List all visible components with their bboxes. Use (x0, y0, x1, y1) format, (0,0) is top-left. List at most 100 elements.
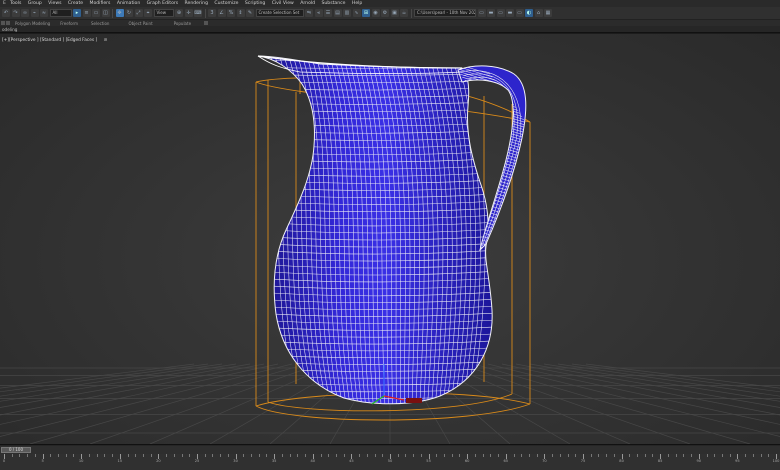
project-folder-icon[interactable]: ▬ (487, 9, 495, 17)
toggle-ribbon-icon[interactable]: ▥ (343, 9, 351, 17)
menu-item-civil-view[interactable]: Civil View (269, 0, 298, 7)
named-selection-set-dropdown[interactable]: Create Selection Set (255, 9, 304, 17)
rendered-frame-window-icon[interactable]: ▣ (390, 9, 399, 17)
ribbon-toggle-icon[interactable] (1, 21, 5, 25)
manipulate-icon[interactable]: ✛ (184, 9, 193, 17)
viewport-shading-label[interactable]: [Standard ] (40, 38, 64, 43)
menu-item-create[interactable]: Create (65, 0, 87, 7)
rectangular-selection-icon[interactable]: ▭ (92, 9, 100, 17)
layer-manager-icon[interactable]: ☰ (324, 9, 332, 17)
select-scale-icon[interactable]: ⤢ (134, 9, 143, 17)
schematic-view-icon[interactable]: ⊞ (362, 9, 370, 17)
ruler-tick (606, 454, 608, 457)
keyboard-shortcut-icon[interactable]: ⌨ (194, 9, 202, 17)
redo-icon[interactable]: ↷ (11, 9, 20, 17)
ruler-label: 5 (41, 459, 44, 463)
save-folder-icon[interactable]: ▭ (496, 9, 505, 17)
pivot-center-icon[interactable]: ⊕ (175, 9, 183, 17)
ribbon-tab-polygon-modeling[interactable]: Polygon Modeling (10, 21, 55, 26)
viewport-menu-button[interactable]: [+] (2, 38, 9, 43)
curve-editor-icon[interactable]: ∿ (352, 9, 361, 17)
auto-backup-icon[interactable]: ◐ (525, 9, 533, 17)
menu-item-tools[interactable]: Tools (7, 0, 25, 7)
ribbon-tab-freeform[interactable]: Freeform (55, 21, 83, 26)
browse-folder-icon[interactable]: ▬ (506, 9, 514, 17)
window-crossing-icon[interactable]: ◫ (101, 9, 110, 17)
ruler-tick (451, 454, 453, 457)
menu-item-help[interactable]: Help (349, 0, 366, 7)
edit-named-selection-icon[interactable]: ✎ (246, 9, 254, 17)
ruler-tick (266, 454, 268, 457)
ruler-tick (343, 454, 345, 457)
workspace-switcher-icon[interactable]: ⌂ (534, 9, 543, 17)
ruler-tick (474, 454, 476, 457)
ruler-label: 100 (772, 459, 780, 463)
unlink-icon[interactable]: ⌁ (30, 9, 39, 17)
menu-bar: E Tools Group Views Create Modifiers Animation… (0, 0, 780, 7)
angle-snap-icon[interactable]: ∠ (217, 9, 226, 17)
ruler-tick (721, 454, 723, 457)
menu-item-graph-editors[interactable]: Graph Editors (143, 0, 181, 7)
menu-item-scripting[interactable]: Scripting (242, 0, 269, 7)
select-rotate-icon[interactable]: ↻ (125, 9, 133, 17)
render-production-icon[interactable]: ☕ (400, 9, 408, 17)
ruler-tick (498, 454, 500, 457)
spinner-snap-icon[interactable]: ⇕ (236, 9, 245, 17)
select-move-icon[interactable]: ✥ (115, 9, 124, 17)
viewport-view-label[interactable]: [Perspective ] (9, 38, 39, 43)
link-icon[interactable]: ∞ (21, 9, 29, 17)
percent-snap-icon[interactable]: % (227, 9, 235, 17)
render-setup-icon[interactable]: ⚙ (381, 9, 389, 17)
viewport-fx-icon[interactable]: ⊘ (104, 38, 108, 43)
toolbar-divider (410, 8, 412, 18)
time-slider-track[interactable]: 0 / 100 (0, 446, 780, 454)
ribbon-tab-object-paint[interactable]: Object Paint (114, 21, 157, 26)
asset-folder-icon[interactable]: ▭ (515, 9, 524, 17)
menu-item-group[interactable]: Group (25, 0, 45, 7)
select-by-name-icon[interactable]: ≡ (82, 9, 91, 17)
ribbon-tab-populate[interactable]: Populate (158, 21, 196, 26)
bind-spacewarp-icon[interactable]: ≈ (40, 9, 48, 17)
material-editor-icon[interactable]: ◉ (371, 9, 380, 17)
viewport-label[interactable]: [+][Perspective ] [Standard ] [Edged Fac… (2, 38, 107, 43)
place-icon[interactable]: ⌖ (144, 9, 152, 17)
ruler-tick (289, 454, 291, 457)
ruler-label: 20 (156, 459, 161, 463)
align-icon[interactable]: ⫷ (314, 9, 323, 17)
ribbon-tab-selection[interactable]: Selection (83, 21, 114, 26)
menu-item-views[interactable]: Views (45, 0, 65, 7)
ribbon-options-icon[interactable] (204, 21, 209, 25)
ruler-tick (745, 454, 747, 457)
ruler-label: 60 (464, 459, 470, 463)
menu-item-rendering[interactable]: Rendering (181, 0, 211, 7)
select-object-icon[interactable]: ▸ (73, 9, 81, 17)
selection-filter-dropdown[interactable]: All (49, 9, 72, 17)
viewport-scene[interactable] (0, 34, 780, 444)
open-folder-icon[interactable]: ▭ (477, 9, 486, 17)
ruler-tick (629, 454, 631, 457)
workspace-settings-icon[interactable]: ▦ (544, 9, 552, 17)
ruler-tick (166, 454, 168, 457)
menu-item-customize[interactable]: Customize (211, 0, 242, 7)
ruler-label: 85 (657, 459, 663, 463)
viewport-style-label[interactable]: [Edged Faces ] (66, 38, 98, 43)
ruler-tick (88, 454, 90, 457)
toggle-scene-explorer-icon[interactable]: ▤ (333, 9, 342, 17)
ruler-tick (413, 454, 415, 457)
undo-icon[interactable]: ↶ (2, 9, 10, 17)
menu-item-arnold[interactable]: Arnold (297, 0, 318, 7)
menu-item-animation[interactable]: Animation (114, 0, 144, 7)
menu-item-substance[interactable]: Substance (318, 0, 348, 7)
ruler-tick (637, 454, 639, 457)
ruler-tick (220, 454, 222, 457)
workspace-project-dropdown[interactable]: C:\Users\pearl - 10th Nov 2022 (414, 9, 476, 17)
track-bar-ruler[interactable]: 0 5 10 15 20 25 30 35 40 45 50 55 60 65 70 75 80 85 90 95 10… (0, 454, 780, 470)
mirror-icon[interactable]: ⇋ (305, 9, 313, 17)
perspective-viewport[interactable]: [+][Perspective ] [Standard ] [Edged Fac… (0, 34, 780, 444)
pitcher-mesh[interactable] (240, 55, 540, 406)
snap-toggle-icon[interactable]: 3 (208, 9, 216, 17)
time-slider-handle[interactable]: 0 / 100 (1, 447, 31, 453)
ruler-tick (397, 454, 399, 457)
reference-coordinate-dropdown[interactable]: View (153, 9, 174, 17)
menu-item-modifiers[interactable]: Modifiers (86, 0, 113, 7)
